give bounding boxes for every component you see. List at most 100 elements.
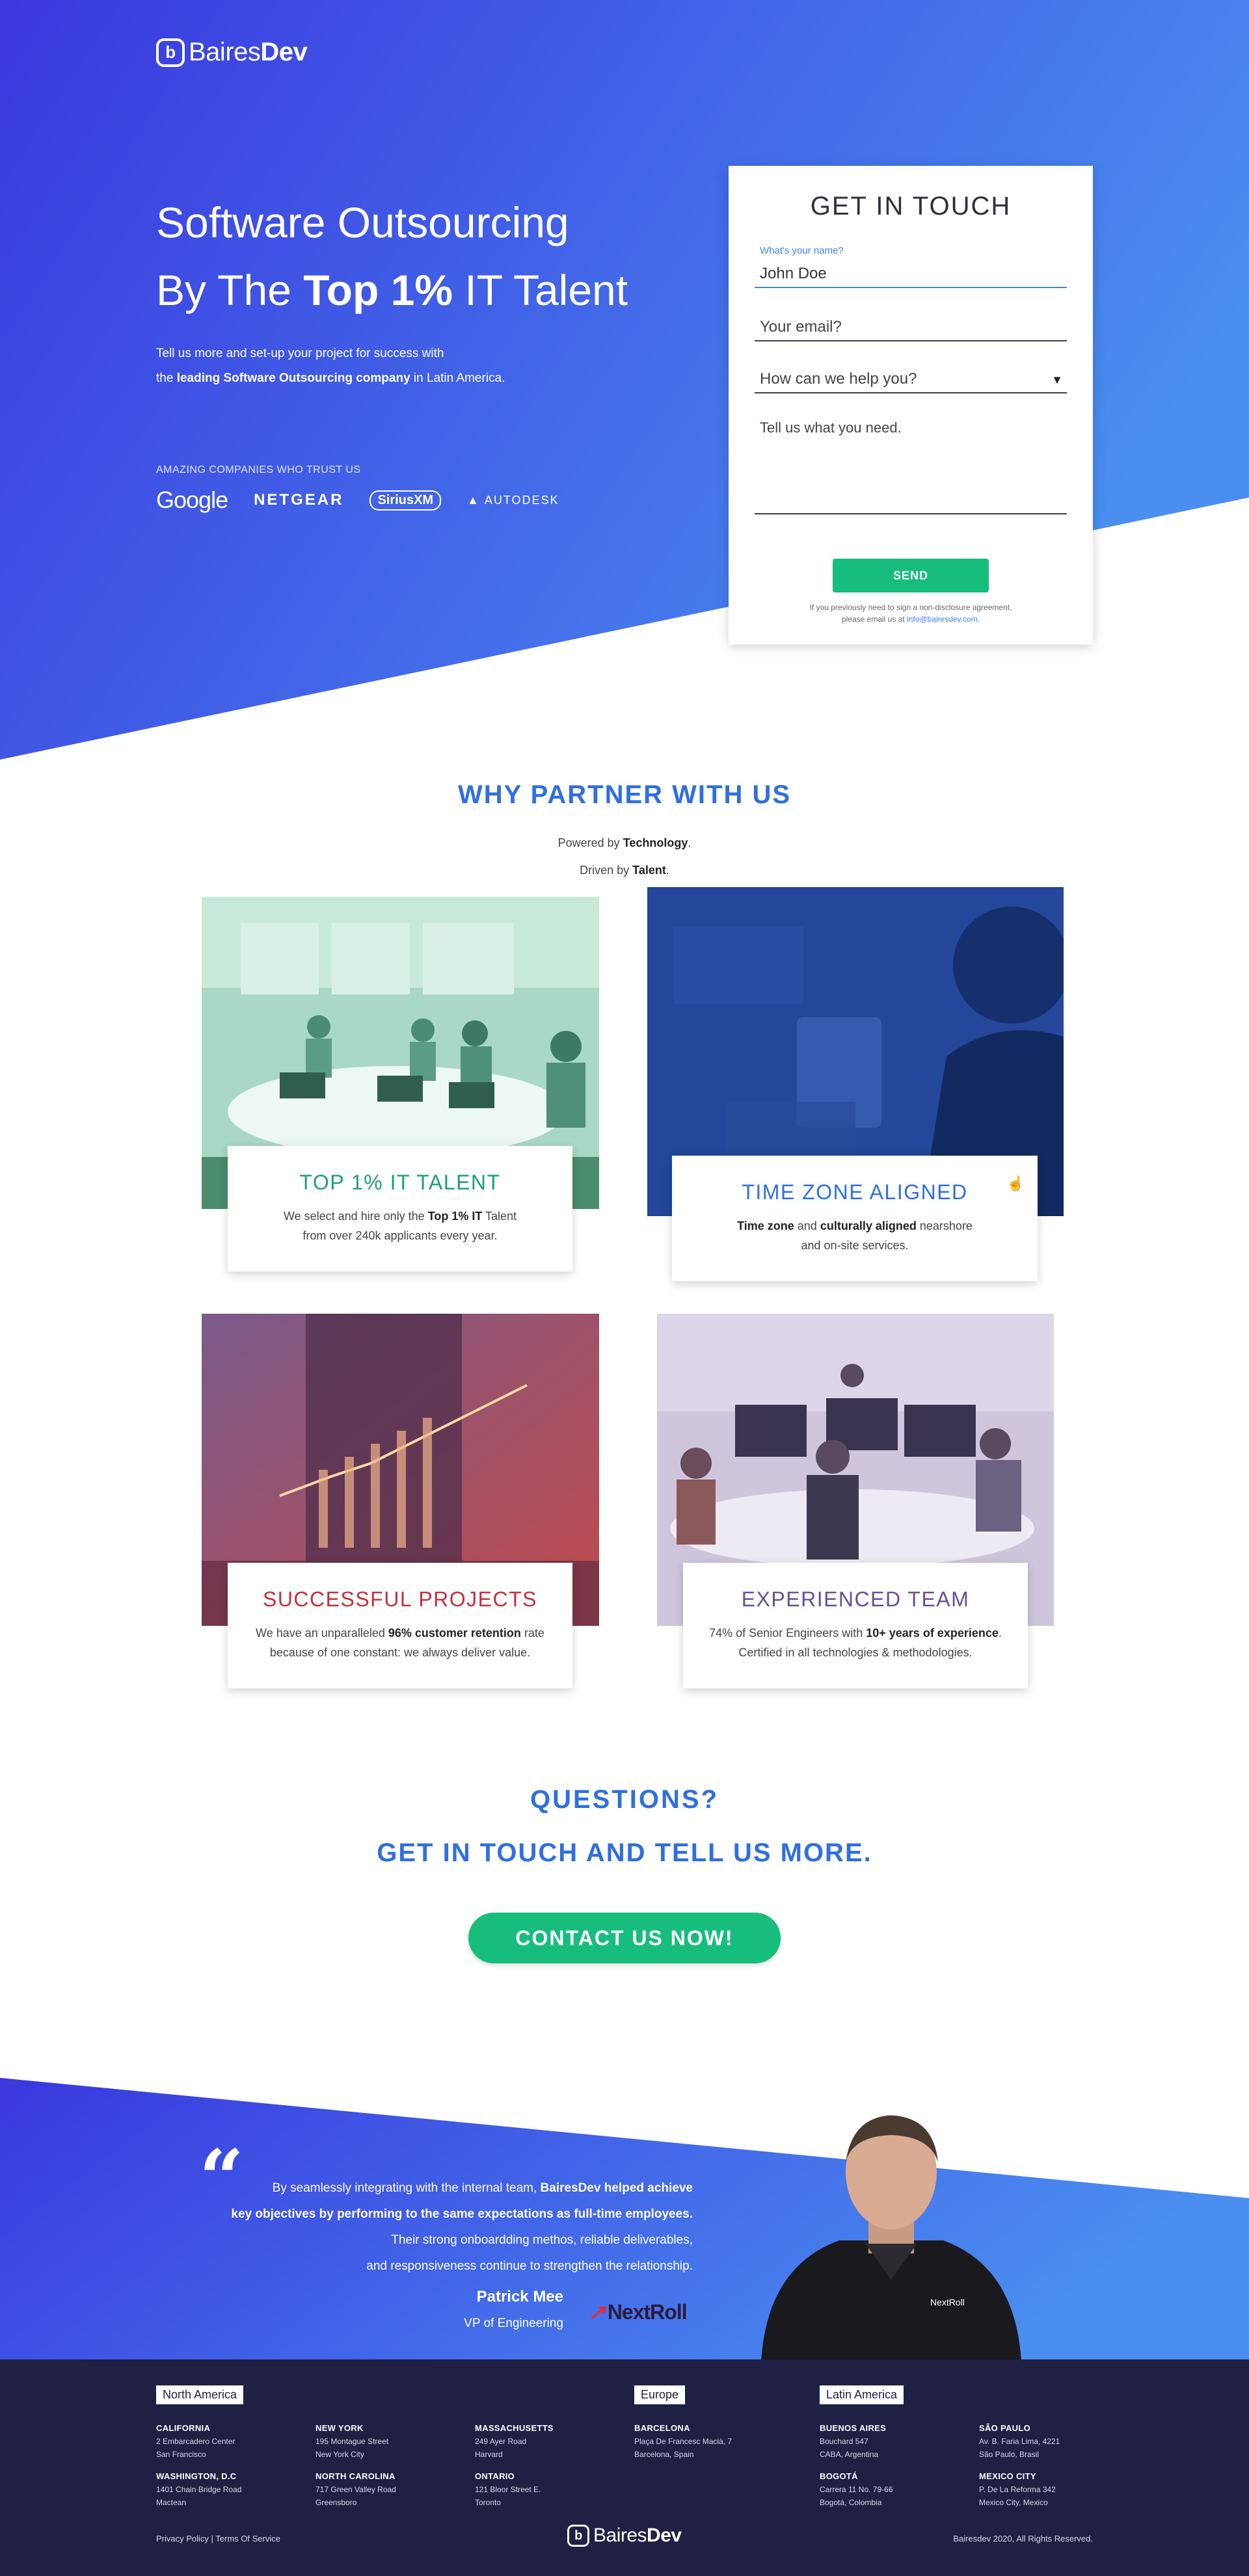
caret-down-icon: ▼ (1051, 373, 1063, 386)
card-title: TOP 1% IT TALENT (299, 1171, 501, 1194)
testimonial-author: Patrick Mee (476, 2288, 563, 2305)
name-field-label: What's your name? (760, 245, 844, 256)
card-text-post: nearshore (916, 1219, 973, 1232)
trust-label: AMAZING COMPANIES WHO TRUST US (156, 464, 361, 475)
office-city: ONTARIO (475, 2471, 515, 2481)
office-line2: New York City (316, 2450, 364, 2459)
nda-email-link[interactable]: info@bairesdev.com (907, 615, 978, 624)
card-title: SUCCESSFUL PROJECTS (262, 1587, 538, 1611)
email-field-placeholder: Your email? (760, 318, 842, 336)
nda-line2-post: . (977, 615, 980, 624)
why-subtitle: Powered by Technology. Driven by Talent. (0, 829, 1249, 884)
feature-card-successful-projects: SUCCESSFUL PROJECTS We have an unparalle… (228, 1563, 572, 1688)
autodesk-logo: ▲ AUTODESK (467, 493, 559, 507)
footer: North America Europe Latin America CALIF… (0, 2359, 1249, 2576)
card-text: 74% of Senior Engineers with 10+ years o… (683, 1623, 1028, 1662)
message-textarea[interactable]: Tell us what you need. (755, 413, 1067, 514)
quote-line3: Their strong onboardding methos, reliabl… (391, 2233, 693, 2247)
card-text: We have an unparalleled 96% customer ret… (228, 1623, 572, 1662)
office-line2: CABA, Argentina (820, 2450, 879, 2459)
office-line1: 195 Montague Street (316, 2437, 389, 2446)
card-text-line2: from over 240k applicants every year. (302, 1229, 498, 1242)
card-text-bold: Top 1% IT (427, 1210, 483, 1223)
bairesdev-logo-icon: b (156, 38, 185, 67)
office-line1: Av. B. Faria Lima, 4221 (979, 2437, 1060, 2446)
hero-title-post: IT Talent (453, 266, 628, 314)
region-europe: Europe (634, 2385, 686, 2404)
privacy-policy-link[interactable]: Privacy Policy (156, 2534, 209, 2543)
card-text-bold: 10+ years of experience (866, 1627, 999, 1640)
feature-card-experienced-team: EXPERIENCED TEAM 74% of Senior Engineers… (683, 1563, 1028, 1688)
hero-title-pre: By The (156, 266, 304, 314)
hero-text-bold: leading Software Outsourcing company (176, 371, 410, 385)
why-sub1-post: . (688, 836, 692, 849)
office-line1: 121 Bloor Street E. (475, 2485, 541, 2494)
quote-line1-bold: BairesDev helped achieve (540, 2181, 693, 2195)
card-text-post: Talent (482, 1210, 517, 1223)
why-sub2-bold: Talent (632, 864, 666, 877)
terms-link[interactable]: Terms Of Service (215, 2534, 280, 2543)
trust-logos: Google NETGEAR SiriusXM ▲ AUTODESK (156, 486, 559, 514)
why-title: WHY PARTNER WITH US (457, 780, 792, 809)
email-field[interactable]: Your email? (755, 302, 1067, 341)
hero-text-post: in Latin America. (410, 371, 505, 385)
office-barcelona: BARCELONA Plaça De Francesc Macià, 7 Barce… (634, 2422, 732, 2461)
office-california: CALIFORNIA 2 Embarcadero Center San Franci… (156, 2422, 235, 2461)
office-line2: Mexico City, Mexico (979, 2498, 1048, 2507)
card-text-bold2: culturally aligned (820, 1219, 917, 1232)
office-line2: Harvard (475, 2450, 503, 2459)
nextroll-logo: ↗ NextRoll (588, 2300, 688, 2324)
contact-us-button[interactable]: CONTACT US NOW! (468, 1913, 781, 1963)
office-city: BOGOTÁ (820, 2471, 858, 2481)
feature-card-time-zone: TIME ZONE ALIGNED Time zone and cultural… (672, 1156, 1038, 1281)
card-text-pre: 74% of Senior Engineers with (709, 1627, 866, 1640)
hero-title-line1: Software Outsourcing (156, 198, 569, 246)
help-select[interactable]: How can we help you? ▼ (755, 354, 1067, 393)
office-line2: Barcelona, Spain (634, 2450, 694, 2459)
questions-heading: QUESTIONS? (530, 1785, 719, 1814)
office-line1: 717 Green Valley Road (316, 2485, 396, 2494)
card-text: Time zone and culturally aligned nearsho… (672, 1216, 1038, 1255)
copyright: Bairesdev 2020, All Rights Reserved. (953, 2534, 1093, 2543)
quote-line2-bold: key objectives by performing to the same… (231, 2207, 693, 2221)
office-city: MASSACHUSETTS (475, 2423, 554, 2433)
brand-logo[interactable]: b Baires Dev (156, 38, 308, 67)
svg-text:NextRoll: NextRoll (930, 2297, 965, 2307)
office-new-york: NEW YORK 195 Montague Street New York City (316, 2422, 388, 2461)
office-city: MEXICO CITY (979, 2471, 1036, 2481)
office-line1: Carrera 11 No. 79-66 (820, 2485, 893, 2494)
card-text-line2: Certified in all technologies & methodol… (738, 1646, 973, 1659)
office-line2: Greensboro (316, 2498, 357, 2507)
office-washington: WASHINGTON, D.C 1401 Chain Bridge Road Mac… (156, 2470, 241, 2509)
why-sub2-post: . (665, 864, 669, 877)
office-city: NORTH CAROLINA (316, 2471, 396, 2481)
send-button[interactable]: SEND (833, 559, 989, 592)
message-placeholder: Tell us what you need. (760, 419, 902, 436)
card-text-post: . (998, 1627, 1002, 1640)
card-text-bold: 96% customer retention (388, 1627, 521, 1640)
office-city: BUENOS AIRES (820, 2423, 887, 2433)
office-north-carolina: NORTH CAROLINA 717 Green Valley Road Green… (316, 2470, 396, 2509)
why-sub2-pre: Driven by (580, 864, 633, 877)
feature-card-top-talent: TOP 1% IT TALENT We select and hire only… (228, 1146, 572, 1271)
office-bogota: BOGOTÁ Carrera 11 No. 79-66 Bogotá, Colomb… (820, 2470, 893, 2509)
office-city: BARCELONA (634, 2423, 690, 2433)
footer-logo[interactable]: b Baires Dev (567, 2525, 682, 2547)
office-line1: Plaça De Francesc Macià, 7 (634, 2437, 732, 2446)
name-field[interactable]: What's your name? John Doe (755, 245, 1067, 288)
card-title: EXPERIENCED TEAM (741, 1587, 970, 1611)
hand-cursor-icon: ☝ (1006, 1175, 1025, 1191)
siriusxm-logo: SiriusXM (369, 490, 442, 511)
bairesdev-logo-icon: b (567, 2525, 589, 2547)
footer-logo-text-light: Baires (593, 2525, 647, 2546)
hero-description: Tell us more and set-up your project for… (156, 341, 505, 391)
office-line2: Bogotá, Colombia (820, 2498, 882, 2507)
nextroll-mark-icon: ↗ (588, 2300, 606, 2324)
office-city: SÃO PAULO (979, 2423, 1031, 2433)
name-field-value: John Doe (760, 265, 827, 282)
office-line1: 1401 Chain Bridge Road (156, 2485, 242, 2494)
hero-title-bold: Top 1% (303, 266, 453, 314)
nda-line1: If you previously need to sign a non-dis… (809, 603, 1012, 612)
testimonial-quote: By seamlessly integrating with the inter… (172, 2175, 693, 2279)
office-line1: 2 Embarcadero Center (156, 2437, 235, 2446)
